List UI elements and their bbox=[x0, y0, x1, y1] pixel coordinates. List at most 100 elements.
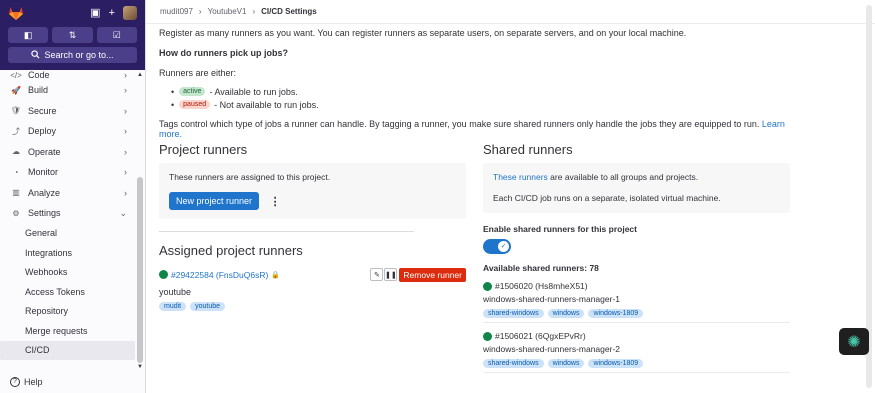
sidebar-scroll-thumb[interactable] bbox=[137, 177, 143, 363]
sidebar-item-build[interactable]: 🚀 Build › bbox=[0, 80, 135, 101]
sidebar-item-secure[interactable]: 🛡 Secure › bbox=[0, 101, 135, 122]
sidebar-item-label: Analyze bbox=[28, 187, 61, 198]
assigned-runner-row: #29422584 (FnsDuQ6sR) 🔒 ✎ ❚❚ Remove runn… bbox=[159, 267, 466, 282]
chevron-right-icon: › bbox=[124, 85, 127, 96]
help-icon: ? bbox=[10, 377, 20, 387]
sidebar-subitem-webhooks[interactable]: Webhooks bbox=[0, 263, 135, 283]
shared-runner-id: #1506020 (Hs8mheX51) bbox=[495, 281, 588, 291]
runner-states-list: active - Available to run jobs. paused -… bbox=[159, 85, 789, 111]
runners-section: Register as many runners as you want. Yo… bbox=[159, 24, 789, 139]
check-icon: ✓ bbox=[498, 241, 509, 252]
enable-shared-runners-label: Enable shared runners for this project bbox=[483, 224, 637, 234]
sidebar-item-operate[interactable]: ☁ Operate › bbox=[0, 142, 135, 163]
sidebar-header: ▣ + ◧ ⇅ ☑ Search or go to... bbox=[0, 0, 145, 70]
assistant-button[interactable]: ✺ bbox=[839, 328, 869, 355]
enable-shared-runners-toggle[interactable]: ✓ bbox=[483, 239, 511, 254]
runner-tag: youtube bbox=[190, 302, 226, 311]
paused-badge: paused bbox=[179, 100, 211, 109]
code-icon: </> bbox=[10, 71, 22, 80]
issues-button[interactable]: ◧ bbox=[8, 27, 49, 43]
gitlab-logo-icon[interactable] bbox=[8, 5, 24, 21]
sidebar-item-label: Settings bbox=[28, 208, 61, 219]
sidebar-item-label: Deploy bbox=[28, 126, 57, 137]
merge-requests-button[interactable]: ⇅ bbox=[52, 27, 93, 43]
gear-icon: ⚙ bbox=[12, 208, 20, 218]
remove-runner-button[interactable]: Remove runner bbox=[399, 267, 466, 282]
toggle-sidebar-icon[interactable]: ▣ bbox=[90, 6, 100, 20]
user-avatar[interactable] bbox=[123, 6, 137, 20]
lock-icon: 🔒 bbox=[271, 271, 281, 279]
todo-icon: ☑ bbox=[112, 29, 121, 40]
sidebar-item-settings[interactable]: ⚙ Settings ⌄ bbox=[0, 203, 135, 224]
shared-runners-info: These runners are available to all group… bbox=[493, 172, 780, 183]
project-runners-column: Project runners These runners are assign… bbox=[159, 142, 466, 311]
sidebar-item-code[interactable]: </> Code › bbox=[0, 70, 135, 80]
runner-tag: windows bbox=[547, 359, 585, 368]
scroll-up-icon[interactable]: ▲ bbox=[137, 72, 143, 78]
sidebar: ▣ + ◧ ⇅ ☑ Search or go to... </> Code › … bbox=[0, 0, 146, 393]
shared-runners-info-text: are available to all groups and projects… bbox=[547, 172, 699, 182]
sidebar-subitem-repository[interactable]: Repository bbox=[0, 302, 135, 322]
sidebar-item-deploy[interactable]: ⤴ Deploy › bbox=[0, 121, 135, 142]
chevron-right-icon: › bbox=[124, 70, 127, 80]
tags-help-text: Tags control which type of jobs a runner… bbox=[159, 119, 789, 139]
help-label: Help bbox=[24, 377, 43, 387]
new-project-runner-button[interactable]: New project runner bbox=[169, 192, 260, 210]
sidebar-item-label: Build bbox=[28, 85, 49, 96]
breadcrumb-item[interactable]: mudit097 bbox=[160, 7, 193, 16]
sidebar-item-monitor[interactable]: ◔ Monitor › bbox=[0, 162, 135, 183]
sidebar-subitem-cicd[interactable]: CI/CD bbox=[0, 340, 135, 360]
project-runners-title: Project runners bbox=[159, 142, 248, 157]
chart-icon: ▥ bbox=[12, 188, 20, 198]
runner-id-link[interactable]: #29422584 (FnsDuQ6sR) bbox=[171, 270, 268, 280]
state-description: - Available to run jobs. bbox=[209, 86, 298, 97]
create-new-icon[interactable]: + bbox=[109, 6, 115, 20]
breadcrumb-current[interactable]: CI/CD Settings bbox=[261, 7, 317, 16]
runner-tag: windows-1809 bbox=[588, 309, 644, 318]
tags-text: Tags control which type of jobs a runner… bbox=[159, 119, 760, 129]
deploy-icon: ⤴ bbox=[12, 126, 20, 136]
online-status-icon bbox=[483, 281, 492, 291]
chevron-right-icon: › bbox=[252, 7, 256, 16]
project-runners-info: These runners are assigned to this proje… bbox=[169, 172, 331, 182]
runner-tag: shared-windows bbox=[483, 359, 544, 368]
shared-runners-info2: Each CI/CD job runs on a separate, isola… bbox=[493, 193, 721, 203]
sidebar-subitem-merge-requests[interactable]: Merge requests bbox=[0, 321, 135, 341]
runner-tag: windows-1809 bbox=[588, 359, 644, 368]
main-content: mudit097 › YoutubeV1 › CI/CD Settings Re… bbox=[146, 0, 875, 393]
sidebar-item-label: Operate bbox=[28, 146, 61, 157]
sidebar-item-analyze[interactable]: ▥ Analyze › bbox=[0, 183, 135, 204]
todos-button[interactable]: ☑ bbox=[96, 27, 137, 43]
cloud-icon: ☁ bbox=[12, 147, 20, 157]
runner-tag: windows bbox=[547, 309, 585, 318]
sidebar-subitem-integrations[interactable]: Integrations bbox=[0, 243, 135, 263]
shield-icon: 🛡 bbox=[10, 106, 22, 116]
runner-actions: ✎ ❚❚ Remove runner bbox=[370, 267, 466, 282]
chevron-down-icon: ⌄ bbox=[119, 207, 127, 218]
sidebar-scrollbar[interactable]: ▲ ▼ bbox=[137, 72, 143, 370]
more-actions-icon[interactable]: ⋮ bbox=[270, 195, 281, 208]
search-label: Search or go to... bbox=[44, 50, 114, 60]
sidebar-item-label: Secure bbox=[28, 105, 57, 116]
pause-runner-button[interactable]: ❚❚ bbox=[384, 268, 398, 281]
pencil-icon: ✎ bbox=[373, 271, 380, 279]
sidebar-subitem-access-tokens[interactable]: Access Tokens bbox=[0, 282, 135, 302]
project-runners-panel: These runners are assigned to this proje… bbox=[159, 163, 466, 219]
assistant-icon: ✺ bbox=[847, 333, 861, 351]
sidebar-subitem-general[interactable]: General bbox=[0, 224, 135, 244]
chevron-right-icon: › bbox=[124, 146, 127, 157]
divider bbox=[159, 231, 414, 232]
breadcrumb-item[interactable]: YoutubeV1 bbox=[208, 7, 247, 16]
list-item: #1506020 (Hs8mheX51) windows-shared-runn… bbox=[483, 273, 790, 323]
these-runners-link[interactable]: These runners bbox=[493, 172, 548, 182]
chevron-right-icon: › bbox=[124, 187, 127, 198]
how-heading: How do runners pick up jobs? bbox=[159, 48, 289, 58]
scroll-down-icon[interactable]: ▼ bbox=[137, 364, 143, 370]
list-item: #1506021 (6QgxEPvRr) windows-shared-runn… bbox=[483, 323, 790, 373]
shared-runners-title: Shared runners bbox=[483, 142, 573, 157]
search-icon bbox=[31, 49, 40, 61]
search-button[interactable]: Search or go to... bbox=[8, 47, 137, 63]
edit-runner-button[interactable]: ✎ bbox=[370, 268, 384, 281]
help-button[interactable]: ? Help bbox=[10, 377, 43, 387]
sidebar-item-label: Monitor bbox=[28, 167, 59, 178]
